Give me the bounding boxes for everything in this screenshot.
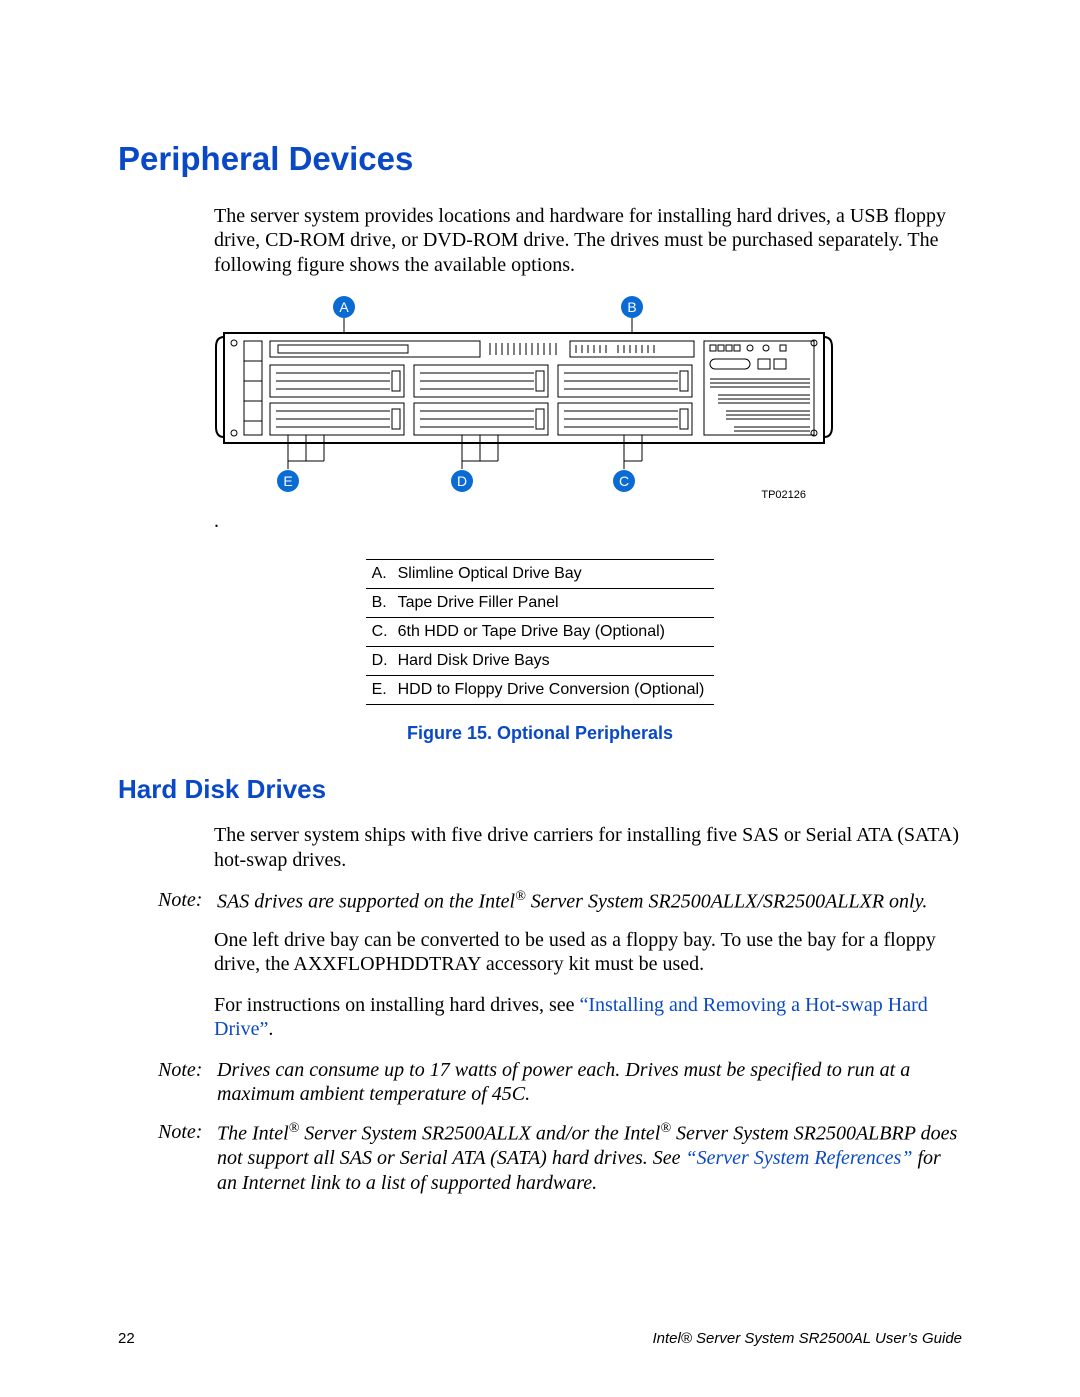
svg-text:E: E [283, 473, 292, 489]
table-row: A.Slimline Optical Drive Bay [366, 560, 715, 589]
page-footer: 22 Intel® Server System SR2500AL User’s … [118, 1330, 962, 1347]
svg-text:A: A [339, 299, 349, 315]
hdd-p3: For instructions on installing hard driv… [214, 993, 962, 1042]
stray-dot: . [214, 511, 962, 531]
callout-b: B [621, 296, 643, 337]
table-row: D.Hard Disk Drive Bays [366, 647, 715, 676]
svg-text:D: D [457, 473, 467, 489]
figure-diagram: A B [214, 293, 834, 503]
callout-a: A [333, 296, 355, 337]
note-1: Note: SAS drives are supported on the In… [158, 888, 962, 914]
intro-paragraph: The server system provides locations and… [214, 204, 962, 277]
footer-doc-title: Intel® Server System SR2500AL User’s Gui… [652, 1330, 962, 1347]
note-2: Note: Drives can consume up to 17 watts … [158, 1058, 962, 1107]
hdd-intro-paragraph: The server system ships with five drive … [214, 823, 962, 872]
table-row: B.Tape Drive Filler Panel [366, 589, 715, 618]
legend-table: A.Slimline Optical Drive Bay B.Tape Driv… [366, 559, 715, 705]
page-number: 22 [118, 1330, 135, 1347]
section-heading: Peripheral Devices [118, 140, 962, 178]
table-row: E.HDD to Floppy Drive Conversion (Option… [366, 676, 715, 705]
server-diagram-svg: A B [214, 293, 834, 503]
diagram-id: TP02126 [761, 489, 806, 501]
figure-caption: Figure 15. Optional Peripherals [118, 723, 962, 744]
table-row: C.6th HDD or Tape Drive Bay (Optional) [366, 618, 715, 647]
svg-text:B: B [627, 299, 636, 315]
svg-text:C: C [619, 473, 629, 489]
xref-server-system-references[interactable]: “Server System References” [686, 1147, 913, 1169]
hdd-p2: One left drive bay can be converted to b… [214, 928, 962, 977]
subsection-heading: Hard Disk Drives [118, 774, 962, 805]
note-3: Note: The Intel® Server System SR2500ALL… [158, 1120, 962, 1195]
